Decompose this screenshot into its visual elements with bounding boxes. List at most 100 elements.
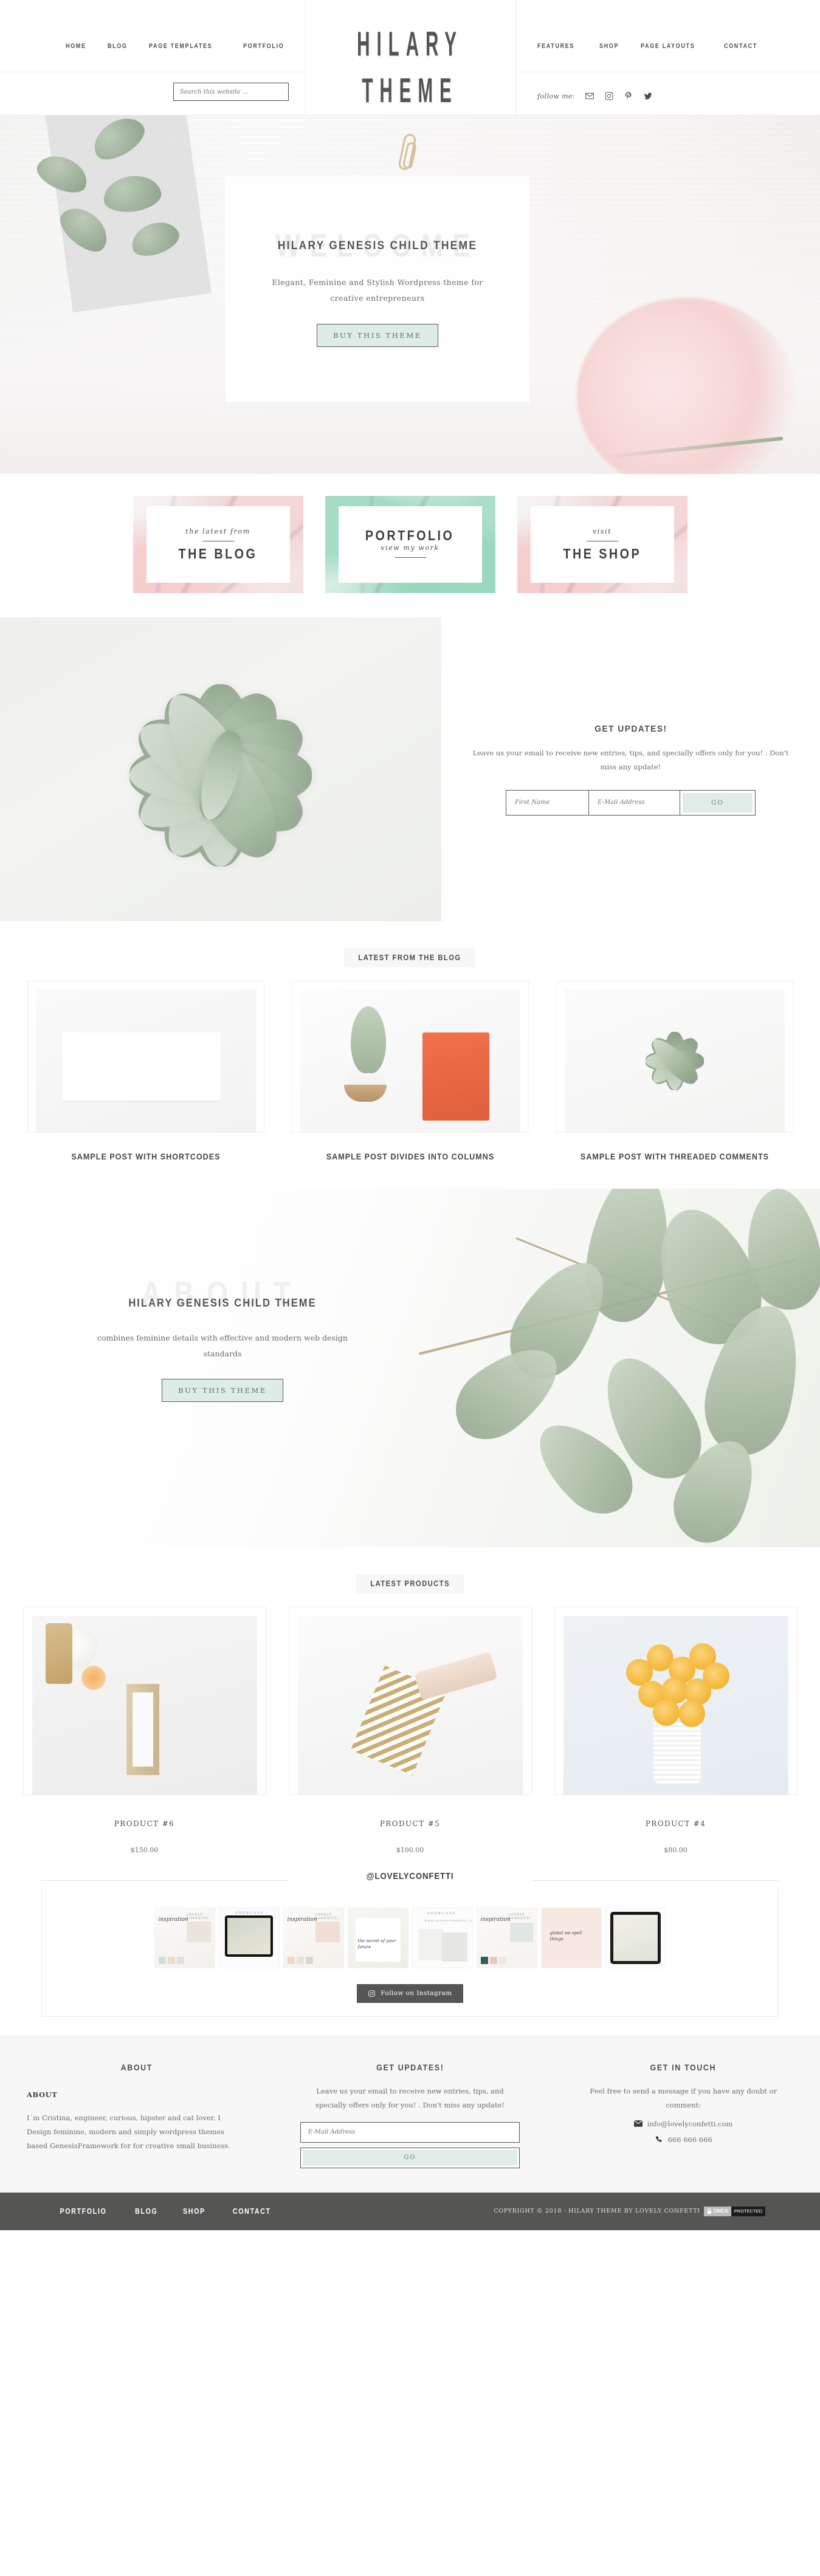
footer-contact-title: GET IN TOUCH [650,2063,717,2072]
instagram-tile-caption: global we spell things [550,1930,582,1942]
instagram-tile[interactable]: global we spell things [540,1907,602,1968]
about-buy-button[interactable]: BUY THIS THEME [162,1379,283,1403]
blog-section-title: LATEST FROM THE BLOG [344,948,476,967]
hero-buy-button[interactable]: BUY THIS THEME [317,323,438,347]
nav-item-home[interactable]: HOME [66,43,86,50]
blog-card-title[interactable]: SAMPLE POST WITH THREADED COMMENTS [568,1150,781,1164]
product-card[interactable]: PRODUCT #5 $100.00 [288,1606,532,1854]
footer-contact-phone-row[interactable]: 666 666 666 [573,2135,793,2144]
promo-box-blog[interactable]: the latest from THE BLOG [133,496,303,593]
footer-nav-blog[interactable]: BLOG [135,2207,157,2216]
email-input[interactable] [588,789,680,816]
blog-grid: SAMPLE POST WITH SHORTCODES SAMPLE POST … [0,981,820,1189]
logo-line-1: HILARY [357,26,463,64]
blog-thumbnail[interactable] [27,981,264,1133]
product-price: $150.00 [130,1846,159,1854]
promo-box-portfolio[interactable]: view my work PORTFOLIO [325,496,495,593]
promo-big-blog: THE BLOG [178,545,258,562]
instagram-tile-caption: inspiration [287,1916,317,1923]
footer-go-button[interactable]: GO [300,2147,520,2168]
instagram-tile-caption: inspiration [158,1916,188,1923]
first-name-input[interactable] [506,789,588,816]
footer-nav: PORTFOLIO BLOG SHOP CONTACT [55,2207,275,2216]
email-icon[interactable] [585,91,594,101]
optin-go-label: GO [683,792,753,812]
dmca-badge-left: DMCA [703,2206,731,2216]
optin-title: GET UPDATES! [594,723,667,734]
footer-copyright: COPYRIGHT © 2018 · HILARY THEME BY LOVEL… [494,2208,700,2215]
promo-small-shop: visit [592,527,612,535]
promo-big-shop: THE SHOP [563,545,641,562]
newsletter-optin-section: GET UPDATES! Leave us your email to rece… [0,617,820,921]
nav-item-contact[interactable]: CONTACT [724,43,757,50]
instagram-tile[interactable]: inspiration LOVELY CONFETTI [283,1907,344,1968]
search-input[interactable] [173,83,289,101]
nav-item-features[interactable]: FEATURES [537,43,574,50]
promo-inner-blog: the latest from THE BLOG [146,506,290,583]
twitter-icon[interactable] [643,91,653,101]
instagram-tile[interactable]: inspiration LOVELY CONFETTI [154,1907,215,1968]
promo-big-portfolio: PORTFOLIO [365,527,455,543]
blog-card[interactable]: SAMPLE POST WITH SHORTCODES [27,981,264,1164]
optin-subtitle: Leave us your email to receive new entri… [472,748,789,771]
instagram-tile-brand: LOVELY CONFETTI [315,1912,337,1920]
footer-contact-phone[interactable]: 666 666 666 [668,2135,712,2144]
primary-nav-right: FEATURES SHOP PAGE LAYOUTS CONTACT [537,43,765,50]
product-name[interactable]: PRODUCT #4 [554,1819,798,1828]
header-search [173,83,289,101]
product-thumbnail[interactable] [288,1606,532,1795]
promo-inner-portfolio: view my work PORTFOLIO [338,506,482,583]
footer-nav-contact[interactable]: CONTACT [233,2207,271,2216]
blog-thumbnail[interactable] [556,981,793,1133]
instagram-feed: inspiration LOVELY CONFETTI SHOWCASE ins… [42,1907,778,1968]
site-logo-link[interactable]: HILARY THEME [90,22,729,115]
promo-boxes: the latest from THE BLOG view my work PO… [0,474,820,617]
promo-inner-shop: visit THE SHOP [530,506,674,583]
about-subtitle: combines feminine details with effective… [97,1333,348,1359]
footer-contact-email-row[interactable]: info@lovelyconfetti.com [573,2120,793,2128]
instagram-tile[interactable]: inspiration LOVELY CONFETTI [476,1907,537,1968]
product-thumbnail[interactable] [22,1606,266,1795]
blog-thumbnail[interactable] [291,981,529,1133]
footer-nav-shop[interactable]: SHOP [183,2207,205,2216]
footer-email-input[interactable] [300,2121,520,2143]
blog-card-title[interactable]: SAMPLE POST WITH SHORTCODES [39,1150,252,1164]
instagram-tile[interactable] [605,1907,666,1968]
blog-card-title[interactable]: SAMPLE POST DIVIDES INTO COLUMNS [303,1150,517,1164]
hero-title: HILARY GENESIS CHILD THEME [277,239,478,252]
follow-on-instagram-button[interactable]: Follow on Instagram [357,1984,463,2003]
blog-card[interactable]: SAMPLE POST DIVIDES INTO COLUMNS [291,981,529,1164]
product-name[interactable]: PRODUCT #5 [289,1819,532,1828]
nav-item-page-layouts[interactable]: PAGE LAYOUTS [641,43,695,50]
product-image-ikat [297,1615,523,1795]
instagram-tile[interactable]: SHOWCASE WWW.LOVELYCONFETTI.COM [412,1907,473,1968]
optin-card: GET UPDATES! Leave us your email to rece… [441,681,820,857]
instagram-handle[interactable]: @LOVELYCONFETTI [356,1870,464,1881]
product-card[interactable]: PRODUCT #6 $150.00 [22,1606,266,1854]
products-section-header: LATEST PRODUCTS [0,1547,820,1607]
nav-item-shop[interactable]: SHOP [599,43,619,50]
optin-go-button[interactable]: GO [680,789,756,816]
instagram-tile[interactable]: SHOWCASE [218,1907,280,1968]
product-price: $80.00 [664,1846,687,1854]
hero-content-box: WELCOME HILARY GENESIS CHILD THEME Elega… [226,176,529,402]
blog-image-succulent [564,989,785,1132]
succulent-photo [0,617,441,921]
footer-nav-portfolio[interactable]: PORTFOLIO [60,2207,106,2216]
footer-contact-email[interactable]: info@lovelyconfetti.com [647,2120,733,2128]
blog-card[interactable]: SAMPLE POST WITH THREADED COMMENTS [556,981,793,1164]
product-thumbnail[interactable] [554,1606,798,1795]
optin-form: GO [506,789,756,816]
product-image-flowers [563,1615,788,1795]
instagram-tile-caption: SHOWCASE [235,1911,264,1915]
footer-copyright-area: COPYRIGHT © 2018 · HILARY THEME BY LOVEL… [494,2206,765,2216]
instagram-tile[interactable]: the secret of your future [347,1907,408,1968]
instagram-tile-caption: SHOWCASE [427,1911,457,1915]
instagram-icon[interactable] [604,91,614,101]
product-name[interactable]: PRODUCT #6 [23,1819,266,1828]
product-card[interactable]: PRODUCT #4 $80.00 [554,1606,798,1854]
pinterest-icon[interactable] [624,91,633,101]
dmca-badge[interactable]: DMCA PROTECTED [703,2206,765,2216]
promo-box-shop[interactable]: visit THE SHOP [517,496,687,593]
instagram-tile-brand: WWW.LOVELYCONFETTI.COM [424,1918,473,1922]
